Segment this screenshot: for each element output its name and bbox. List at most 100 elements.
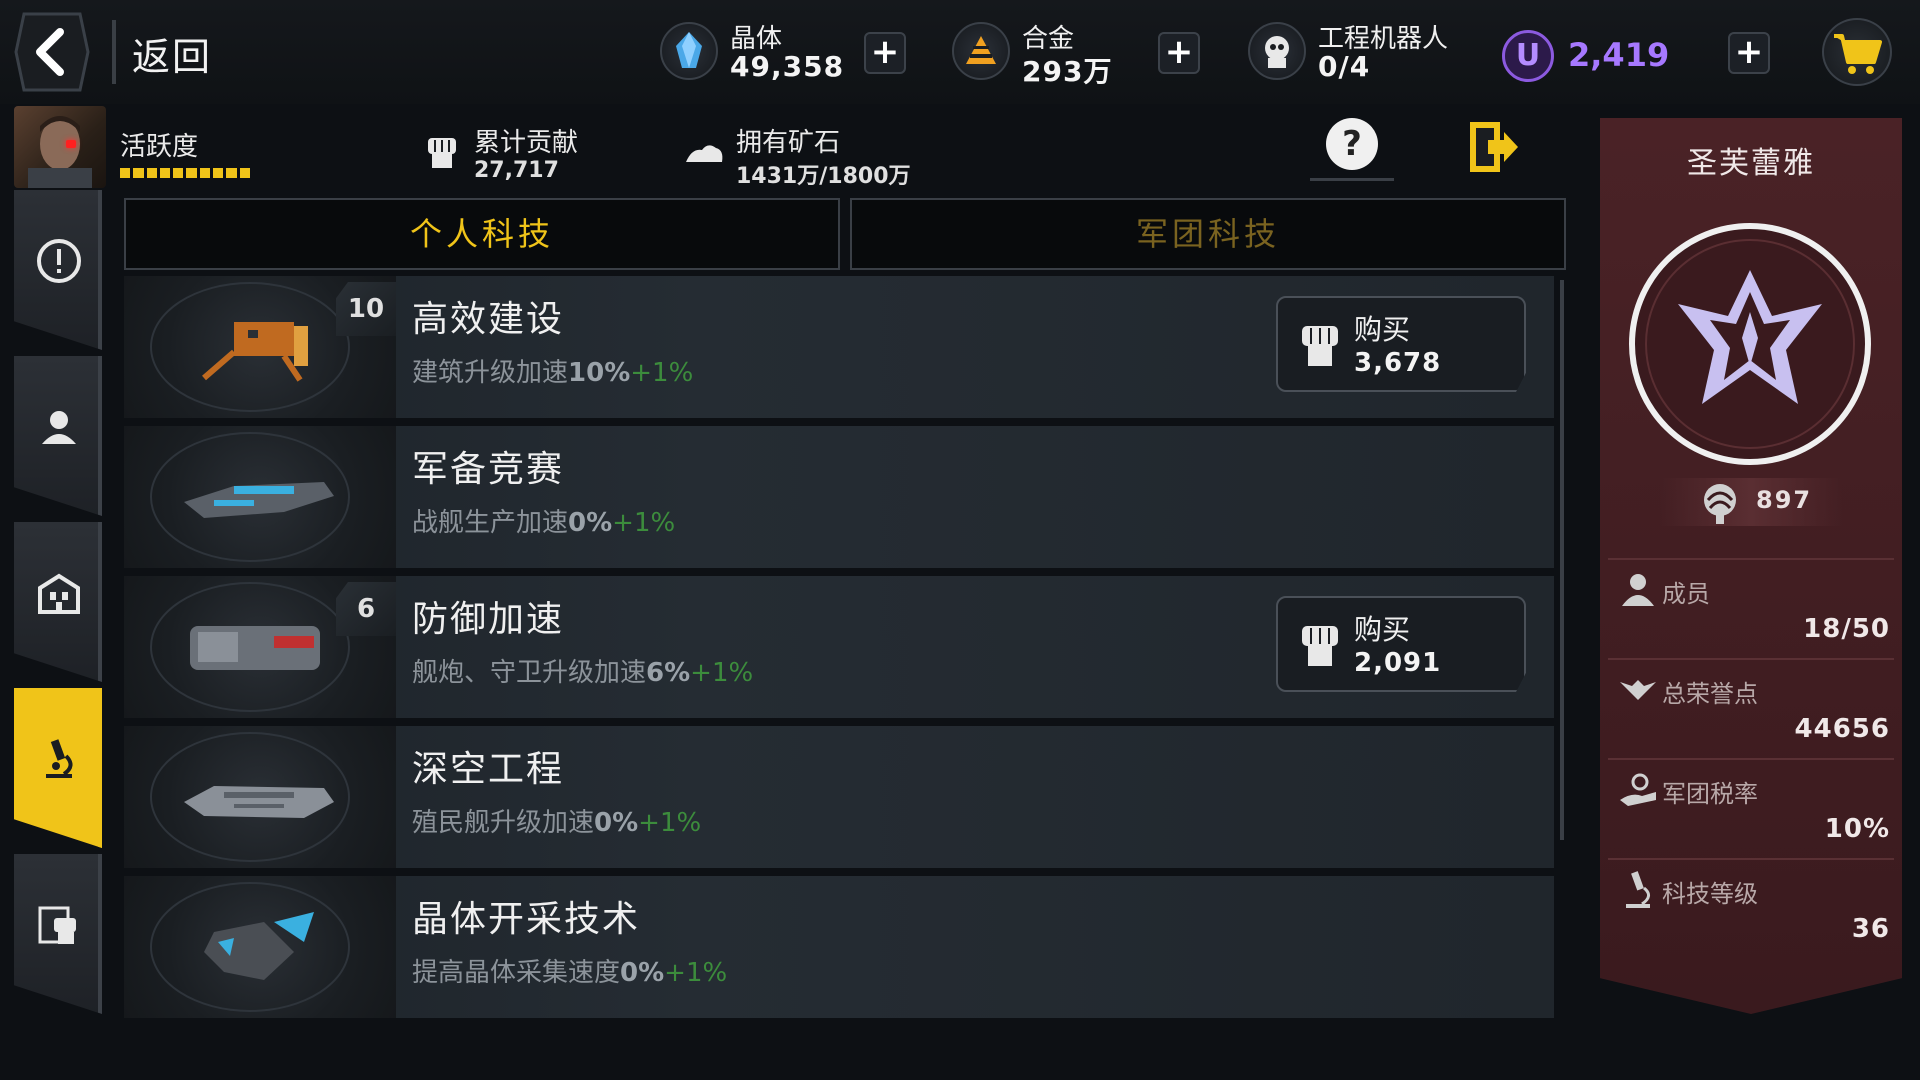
fist-icon — [1302, 326, 1338, 366]
back-arrow-icon — [14, 12, 90, 92]
buy-button[interactable]: 购买 3,678 — [1276, 296, 1526, 392]
cart-button[interactable] — [1822, 18, 1892, 86]
tech-description: 殖民舰升级加速0%+1% — [412, 808, 702, 838]
buy-label: 购买 — [1354, 613, 1411, 646]
tech-title: 高效建设 — [412, 299, 565, 340]
sidebar-tab-members[interactable] — [14, 356, 102, 516]
legion-stat-honor: 总荣誉点 44656 — [1600, 658, 1902, 758]
level-badge: 6 — [336, 582, 396, 636]
divider — [112, 20, 116, 84]
list-item[interactable]: 6 防御加速 舰炮、守卫升级加速6%+1% 购买 2,091 — [124, 576, 1554, 718]
crystal-drill-icon — [204, 912, 314, 980]
tech-title: 晶体开采技术 — [412, 899, 641, 940]
buy-price: 3,678 — [1354, 348, 1442, 378]
premium-currency-value: 2,419 — [1568, 36, 1670, 74]
ore-value: 1431万/1800万 — [736, 164, 911, 189]
avatar[interactable] — [14, 106, 106, 188]
divider — [1310, 178, 1394, 181]
tech-description: 战舰生产加速0%+1% — [412, 508, 676, 538]
contribution-value: 27,717 — [474, 158, 559, 183]
resource-alloy: 合金 293万 — [952, 14, 1172, 90]
stat-label: 科技等级 — [1662, 880, 1758, 908]
member-icon — [1622, 574, 1654, 606]
crystal-icon — [660, 22, 718, 80]
shield-fist-icon — [38, 906, 76, 944]
activity-label: 活跃度 — [120, 132, 199, 162]
stat-value: 36 — [1851, 914, 1890, 944]
help-button[interactable]: ? — [1326, 118, 1378, 170]
resource-crystal: 晶体 49,358 — [660, 14, 890, 90]
member-icon — [42, 411, 76, 444]
legion-name: 圣芙蕾雅 — [1687, 146, 1815, 181]
sidebar-tab-info[interactable] — [14, 190, 102, 350]
tab-legion-tech[interactable]: 军团科技 — [850, 198, 1566, 270]
stat-label: 总荣誉点 — [1662, 680, 1758, 708]
tech-thumbnail — [124, 726, 396, 868]
fist-icon — [1302, 626, 1338, 666]
cart-icon — [1834, 34, 1882, 74]
resource-value: 293万 — [1022, 55, 1113, 88]
alloy-icon — [952, 22, 1010, 80]
score-strip — [1660, 478, 1842, 526]
list-item[interactable]: 深空工程 殖民舰升级加速0%+1% — [124, 726, 1554, 868]
legion-stat-tech-level: 科技等级 36 — [1600, 858, 1902, 958]
alert-icon — [37, 239, 81, 283]
add-alloy-button[interactable]: + — [1158, 32, 1200, 74]
exit-icon — [1470, 122, 1518, 172]
top-bar: 返回 晶体 49,358 + 合金 293万 + 工程机器人 0/4 U 2,4… — [0, 0, 1920, 104]
legion-stat-tax: 军团税率 10% — [1600, 758, 1902, 858]
list-item[interactable]: 军备竞赛 战舰生产加速0%+1% — [124, 426, 1554, 568]
contribution-label: 累计贡献 — [474, 128, 579, 158]
sidebar-tab-building[interactable] — [14, 522, 102, 682]
tech-title: 深空工程 — [412, 749, 565, 790]
buy-price: 2,091 — [1354, 648, 1442, 678]
tech-description: 提高晶体采集速度0%+1% — [412, 958, 728, 988]
resource-value: 49,358 — [730, 50, 845, 83]
tech-thumbnail — [124, 426, 396, 568]
legion-score: 897 — [1756, 486, 1813, 514]
ore-icon — [684, 132, 724, 172]
activity-meter — [120, 168, 250, 178]
fist-icon — [422, 132, 462, 172]
turret-icon — [190, 626, 320, 670]
sidebar-tab-donate[interactable] — [14, 854, 102, 1014]
commander-portrait — [28, 116, 92, 188]
add-crystal-button[interactable]: + — [864, 32, 906, 74]
tech-thumbnail — [124, 876, 396, 1018]
legion-stat-members: 成员 18/50 — [1600, 558, 1902, 658]
tax-icon — [1620, 773, 1656, 806]
list-scrollbar[interactable] — [1560, 280, 1564, 840]
exit-legion-button[interactable] — [1464, 118, 1522, 176]
robot-icon — [1248, 22, 1306, 80]
stat-value: 18/50 — [1803, 614, 1890, 644]
cyber-eye — [66, 140, 76, 148]
tech-list: 10 高效建设 建筑升级加速10%+1% 购买 3,678 军备竞赛 战舰生产加… — [124, 276, 1556, 1036]
stat-label: 成员 — [1662, 580, 1710, 608]
mech-icon — [202, 322, 308, 382]
legion-emblem-icon — [1629, 223, 1871, 465]
list-item[interactable]: 10 高效建设 建筑升级加速10%+1% 购买 3,678 — [124, 276, 1554, 418]
list-item[interactable]: 晶体开采技术 提高晶体采集速度0%+1% — [124, 876, 1554, 1018]
tech-description: 舰炮、守卫升级加速6%+1% — [412, 658, 754, 688]
microscope-icon — [46, 739, 73, 778]
buy-button[interactable]: 购买 2,091 — [1276, 596, 1526, 692]
tech-title: 军备竞赛 — [412, 449, 565, 490]
stat-label: 军团税率 — [1662, 780, 1758, 808]
resource-robot: 工程机器人 0/4 — [1248, 14, 1478, 90]
tech-title: 防御加速 — [412, 599, 565, 640]
sidebar-tab-tech[interactable] — [14, 688, 102, 848]
wings-icon — [1620, 680, 1656, 700]
level-badge: 10 — [336, 282, 396, 336]
sidebar — [14, 190, 108, 1040]
stat-value: 10% — [1824, 814, 1890, 844]
back-label[interactable]: 返回 — [132, 26, 212, 81]
ore-label: 拥有矿石 — [736, 128, 841, 158]
buy-label: 购买 — [1354, 313, 1411, 346]
add-premium-button[interactable]: + — [1728, 32, 1770, 74]
tech-description: 建筑升级加速10%+1% — [412, 358, 694, 388]
legion-score-icon — [1704, 484, 1736, 524]
microscope-icon — [1626, 871, 1650, 908]
back-button[interactable] — [14, 12, 90, 92]
tab-personal-tech[interactable]: 个人科技 — [124, 198, 840, 270]
legion-panel: 圣芙蕾雅 897 成员 18/50 总荣誉点 44656 军团税率 10% 科技… — [1600, 118, 1902, 1014]
